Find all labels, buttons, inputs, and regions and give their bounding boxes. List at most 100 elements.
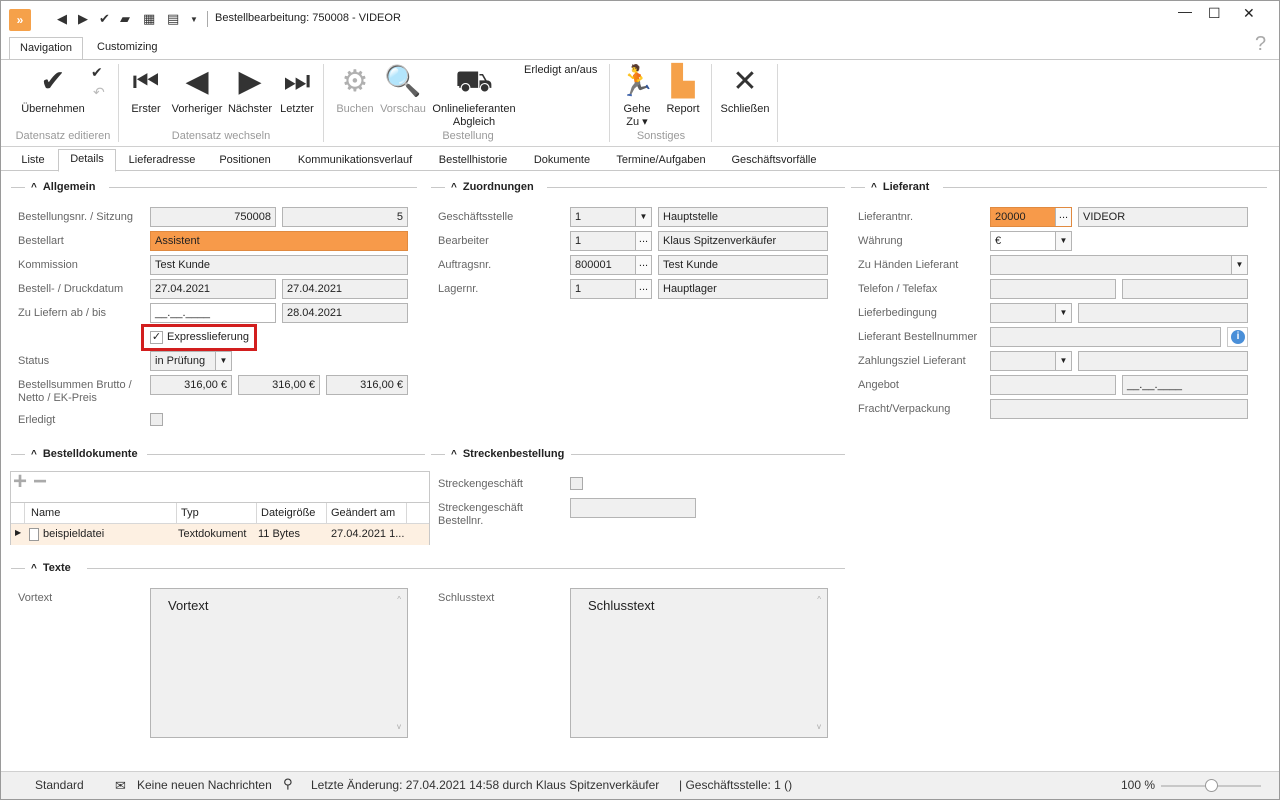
scroll-up-icon[interactable]: ^ — [397, 595, 401, 604]
druckdatum-field[interactable]: 27.04.2021 — [282, 279, 408, 299]
ellipsis-button[interactable]: ... — [635, 232, 651, 250]
ribbon-tab-customizing[interactable]: Customizing — [87, 37, 168, 59]
lieferbedingung-text-field[interactable] — [1078, 303, 1248, 323]
close-button[interactable]: ✕ — [1243, 5, 1255, 22]
ek-preis-field[interactable]: 316,00 € — [326, 375, 408, 395]
section-zuordnungen-header[interactable]: ^ Zuordnungen — [451, 181, 534, 195]
bearbeiter-field[interactable]: 1... — [570, 231, 652, 251]
section-bestelldokumente-header[interactable]: ^ Bestelldokumente — [31, 448, 138, 462]
erster-button[interactable]: ⏮ Erster — [127, 64, 165, 116]
ellipsis-button[interactable]: ... — [635, 256, 651, 274]
auftrag-kunde-field[interactable]: Test Kunde — [658, 255, 828, 275]
section-lieferant-header[interactable]: ^ Lieferant — [871, 181, 929, 195]
gehe-zu-button[interactable]: 🏃 Gehe Zu ▾ — [617, 64, 657, 129]
ellipsis-button[interactable]: ... — [1055, 208, 1071, 226]
geschaeftsstelle-dropdown[interactable]: 1 ▼ — [570, 207, 652, 227]
column-header-geaendert[interactable]: Geändert am — [327, 503, 407, 523]
liefern-ab-field[interactable]: __.__.____ — [150, 303, 276, 323]
table-row[interactable]: ▶ beispieldatei Textdokument 11 Bytes 27… — [11, 524, 429, 545]
telefax-field[interactable] — [1122, 279, 1248, 299]
back-icon[interactable]: ◀ — [57, 11, 67, 27]
column-header-name[interactable]: Name — [27, 503, 177, 523]
zoom-slider-thumb[interactable] — [1205, 779, 1218, 792]
tab-geschaeftsvorfaelle[interactable]: Geschäftsvorfälle — [719, 151, 829, 171]
fracht-field[interactable] — [990, 399, 1248, 419]
chevron-down-icon[interactable]: ▼ — [1231, 256, 1247, 274]
lagernr-field[interactable]: 1... — [570, 279, 652, 299]
strecken-bestellnr-field[interactable] — [570, 498, 696, 518]
schliessen-button[interactable]: ✕ Schließen — [717, 64, 773, 116]
vortext-memo[interactable]: Vortext ^ v — [150, 588, 408, 738]
column-header-typ[interactable]: Typ — [177, 503, 257, 523]
zahlungsziel-dropdown[interactable]: ▼ — [990, 351, 1072, 371]
schlusstext-memo[interactable]: Schlusstext ^ v — [570, 588, 828, 738]
section-texte-header[interactable]: ^ Texte — [31, 562, 71, 576]
vorschau-button[interactable]: 🔍 Vorschau — [379, 64, 427, 116]
app-logo-icon[interactable]: » — [9, 9, 31, 31]
buchen-button[interactable]: ⚙ Buchen — [333, 64, 377, 116]
bearbeiter-name-field[interactable]: Klaus Spitzenverkäufer — [658, 231, 828, 251]
info-button[interactable]: i — [1227, 327, 1248, 347]
check-icon[interactable]: ✔ — [99, 11, 110, 27]
lager-name-field[interactable]: Hauptlager — [658, 279, 828, 299]
nachrichten-status[interactable]: Keine neuen Nachrichten — [137, 778, 272, 792]
streckengeschaeft-checkbox[interactable] — [570, 477, 583, 490]
section-allgemein-header[interactable]: ^ Allgemein — [31, 181, 95, 195]
tab-kommunikationsverlauf[interactable]: Kommunikationsverlauf — [285, 151, 425, 171]
tab-termine-aufgaben[interactable]: Termine/Aufgaben — [607, 151, 715, 171]
status-dropdown[interactable]: in Prüfung ▼ — [150, 351, 232, 371]
search-icon[interactable]: ⚲ — [283, 776, 293, 792]
brutto-field[interactable]: 316,00 € — [150, 375, 232, 395]
section-streckenbestellung-header[interactable]: ^ Streckenbestellung — [451, 448, 564, 462]
angebot-field[interactable] — [990, 375, 1116, 395]
expresslieferung-label[interactable]: Expresslieferung — [167, 331, 249, 344]
chevron-down-icon[interactable]: ▼ — [1055, 304, 1071, 322]
bestellnr-field[interactable]: 750008 — [150, 207, 276, 227]
report-button[interactable]: ▙ Report — [661, 64, 705, 116]
ellipsis-button[interactable]: ... — [635, 280, 651, 298]
auftragsnr-field[interactable]: 800001... — [570, 255, 652, 275]
forward-icon[interactable]: ▶ — [78, 11, 88, 27]
erledigt-checkbox[interactable] — [150, 413, 163, 426]
layout-status[interactable]: Standard — [35, 778, 84, 792]
chevron-down-icon[interactable]: ▼ — [635, 208, 651, 226]
lieferbedingung-dropdown[interactable]: ▼ — [990, 303, 1072, 323]
tab-bestellhistorie[interactable]: Bestellhistorie — [429, 151, 517, 171]
kommission-field[interactable]: Test Kunde — [150, 255, 408, 275]
bestelldatum-field[interactable]: 27.04.2021 — [150, 279, 276, 299]
minimize-button[interactable]: — — [1178, 3, 1192, 19]
zoom-slider[interactable] — [1161, 779, 1261, 792]
tab-dokumente[interactable]: Dokumente — [521, 151, 603, 171]
tab-lieferadresse[interactable]: Lieferadresse — [119, 151, 205, 171]
bestellart-field[interactable]: Assistent — [150, 231, 408, 251]
ribbon-tab-navigation[interactable]: Navigation — [9, 37, 83, 60]
help-icon[interactable]: ? — [1255, 33, 1266, 56]
vorheriger-button[interactable]: ◀ Vorheriger — [169, 64, 225, 116]
chevron-down-icon[interactable]: ▼ — [1055, 352, 1071, 370]
check-all-icon[interactable]: ✔ — [91, 64, 103, 81]
expresslieferung-checkbox[interactable]: ✓ — [150, 331, 163, 344]
calendar-icon[interactable]: ▦ — [143, 11, 155, 27]
lieferant-bestellnummer-field[interactable] — [990, 327, 1221, 347]
add-document-button[interactable]: + — [13, 468, 27, 496]
scroll-up-icon[interactable]: ^ — [817, 595, 821, 604]
waehrung-dropdown[interactable]: € ▼ — [990, 231, 1072, 251]
letzter-button[interactable]: ⏭ Letzter — [277, 64, 317, 116]
erledigt-anaus-button[interactable]: Erledigt an/aus — [524, 64, 597, 76]
zahlungsziel-text-field[interactable] — [1078, 351, 1248, 371]
scroll-down-icon[interactable]: v — [817, 722, 821, 731]
geschaeftsstelle-name-field[interactable]: Hauptstelle — [658, 207, 828, 227]
telefon-field[interactable] — [990, 279, 1116, 299]
column-header-dateigroesse[interactable]: Dateigröße — [257, 503, 327, 523]
chevron-down-icon[interactable]: ▼ — [215, 352, 231, 370]
scroll-down-icon[interactable]: v — [397, 722, 401, 731]
sitzung-field[interactable]: 5 — [282, 207, 408, 227]
onlinelieferanten-button[interactable]: ⛟ Onlinelieferanten Abgleich — [429, 64, 519, 129]
tab-details[interactable]: Details — [58, 149, 116, 172]
maximize-button[interactable]: ☐ — [1208, 5, 1221, 22]
tab-positionen[interactable]: Positionen — [209, 151, 281, 171]
naechster-button[interactable]: ▶ Nächster — [227, 64, 273, 116]
zuhaenden-dropdown[interactable]: ▼ — [990, 255, 1248, 275]
lieferant-name-field[interactable]: VIDEOR — [1078, 207, 1248, 227]
lieferantnr-field[interactable]: 20000... — [990, 207, 1072, 227]
